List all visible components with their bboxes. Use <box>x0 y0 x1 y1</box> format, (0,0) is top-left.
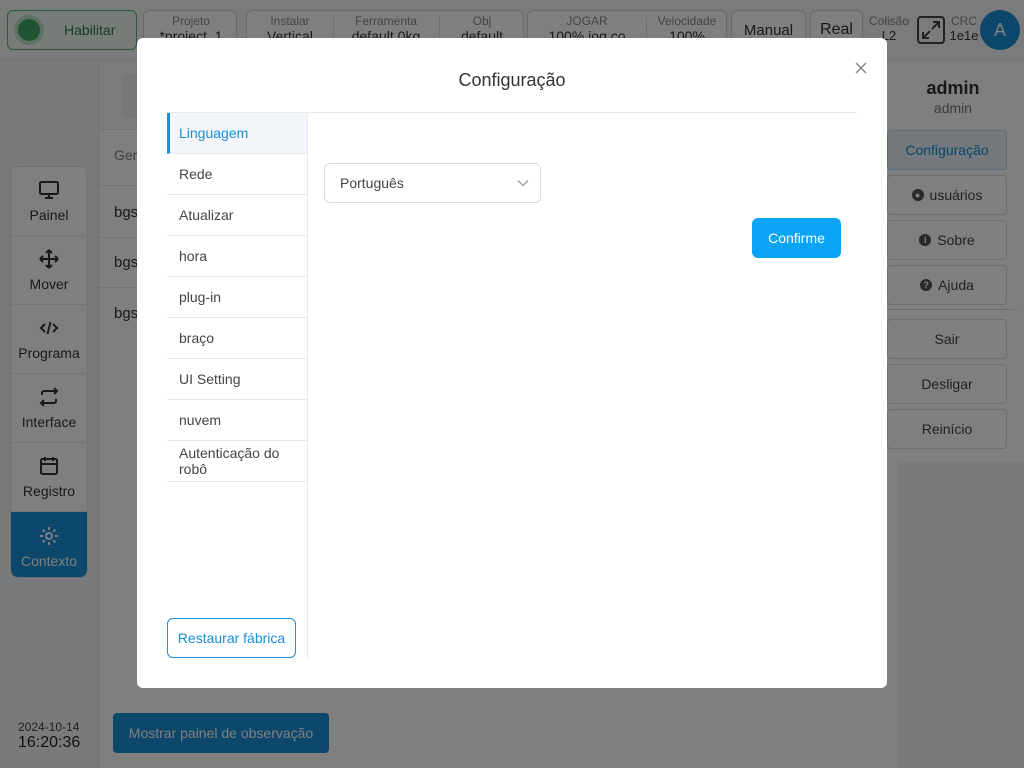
settings-menu-item-robot-auth[interactable]: Autenticação do robô <box>167 441 307 482</box>
confirm-button[interactable]: Confirme <box>752 218 841 258</box>
chevron-down-icon <box>517 180 529 187</box>
settings-menu-item-time[interactable]: hora <box>167 236 307 277</box>
language-select[interactable]: Português <box>324 163 541 203</box>
settings-menu-item-language[interactable]: Linguagem <box>167 113 307 154</box>
modal-title: Configuração <box>458 70 566 90</box>
language-select-value: Português <box>340 175 404 191</box>
factory-reset-button[interactable]: Restaurar fábrica <box>167 618 296 658</box>
settings-menu-item-plugin[interactable]: plug-in <box>167 277 307 318</box>
settings-menu-item-ui-setting[interactable]: UI Setting <box>167 359 307 400</box>
settings-modal: Configuração Linguagem Rede Atualizar ho… <box>137 38 887 688</box>
settings-menu-item-arm[interactable]: braço <box>167 318 307 359</box>
settings-menu-item-cloud[interactable]: nuvem <box>167 400 307 441</box>
close-icon[interactable] <box>853 60 869 76</box>
settings-menu-item-network[interactable]: Rede <box>167 154 307 195</box>
settings-menu: Linguagem Rede Atualizar hora plug-in br… <box>167 113 308 658</box>
settings-menu-item-update[interactable]: Atualizar <box>167 195 307 236</box>
